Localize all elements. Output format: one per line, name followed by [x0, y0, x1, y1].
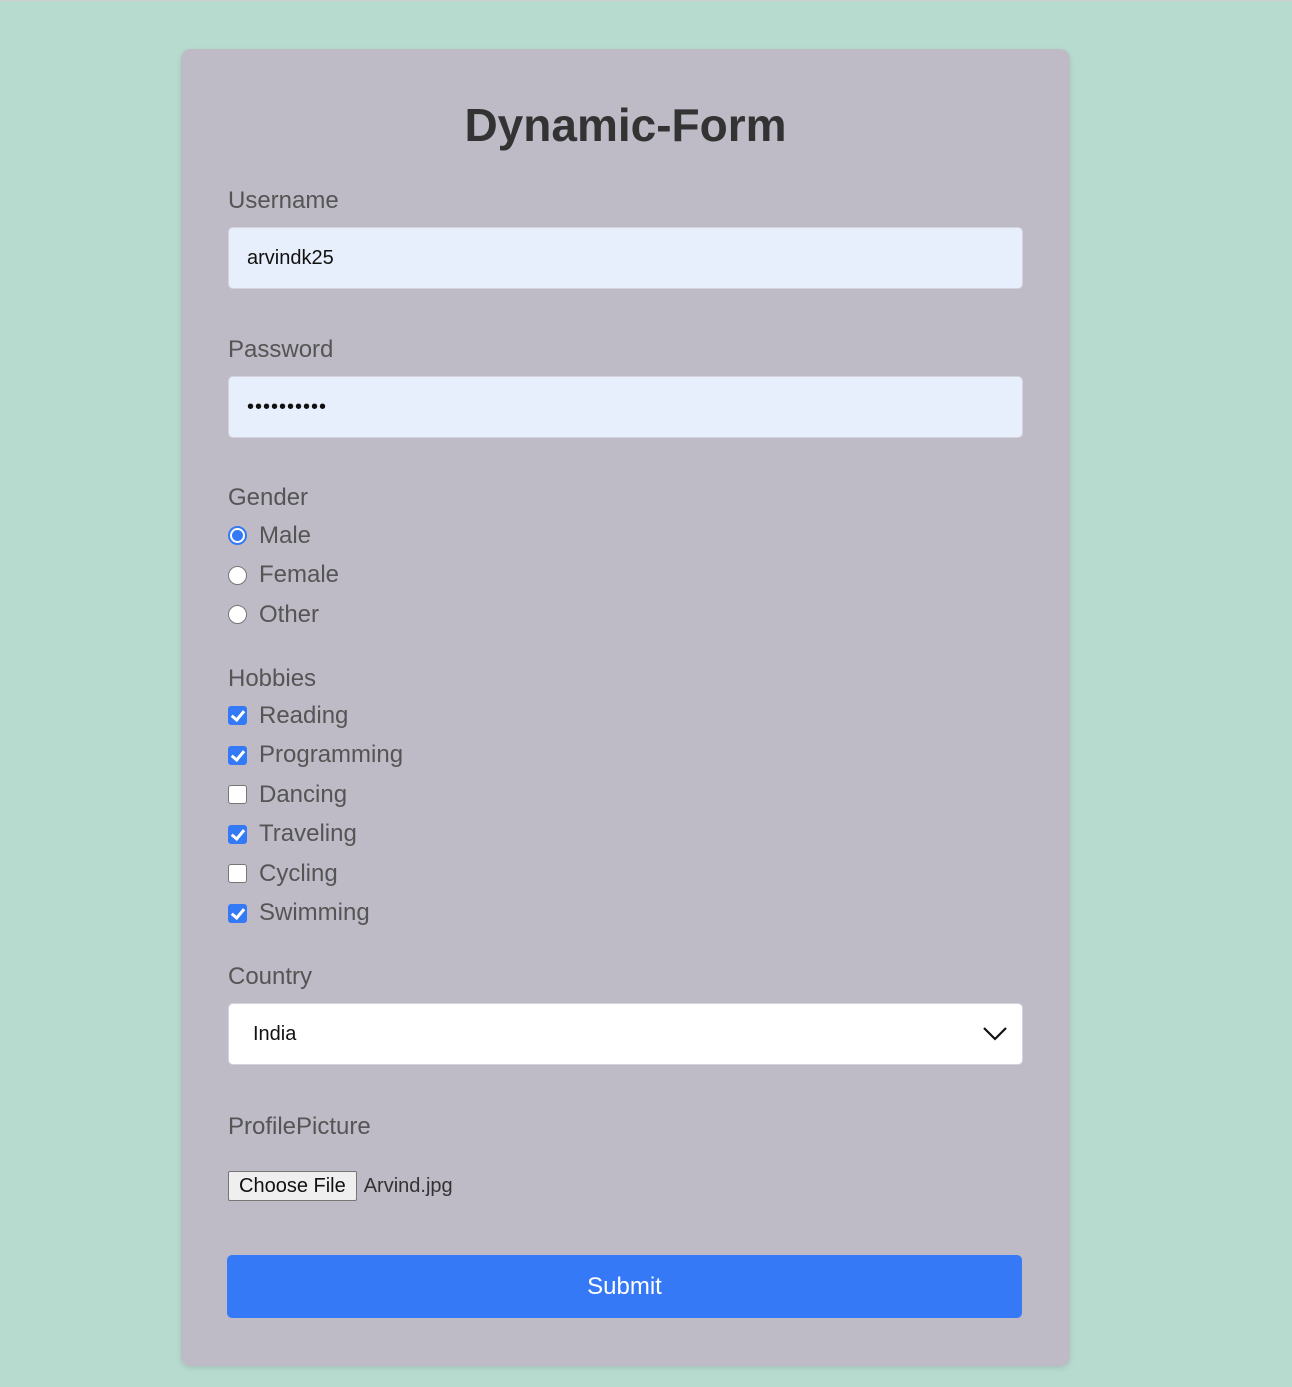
- password-group: Password: [228, 336, 1023, 438]
- checkbox-traveling[interactable]: [228, 824, 247, 844]
- hobby-option-label: Swimming: [259, 899, 370, 927]
- gender-option-other[interactable]: Other: [228, 595, 339, 635]
- username-group: Username: [228, 187, 1023, 289]
- hobby-option-label: Cycling: [259, 859, 338, 887]
- password-input[interactable]: [228, 376, 1023, 438]
- checkbox-reading[interactable]: [228, 706, 247, 726]
- country-label: Country: [228, 963, 313, 990]
- hobbies-label: Hobbies: [228, 665, 317, 692]
- gender-option-female[interactable]: Female: [228, 556, 339, 596]
- checkbox-dancing[interactable]: [228, 785, 247, 805]
- country-select[interactable]: India: [228, 1003, 1023, 1065]
- hobby-option-cycling[interactable]: Cycling: [228, 854, 403, 894]
- hobby-option-swimming[interactable]: Swimming: [228, 894, 403, 934]
- hobby-option-dancing[interactable]: Dancing: [228, 775, 403, 815]
- gender-option-label: Female: [259, 561, 340, 589]
- submit-button[interactable]: Submit: [227, 1255, 1022, 1318]
- gender-option-label: Male: [259, 521, 312, 549]
- radio-female[interactable]: [228, 565, 247, 585]
- hobby-option-label: Reading: [259, 701, 349, 729]
- country-selected-value: India: [253, 1022, 297, 1045]
- hobby-option-label: Dancing: [259, 780, 348, 808]
- hobby-option-programming[interactable]: Programming: [228, 736, 403, 776]
- gender-option-male[interactable]: Male: [228, 516, 339, 556]
- password-label: Password: [228, 336, 334, 363]
- hobbies-group: Hobbies Reading Programming Dancing Trav…: [228, 665, 403, 933]
- hobby-option-reading[interactable]: Reading: [228, 696, 403, 736]
- username-label: Username: [228, 187, 339, 214]
- chevron-down-icon: [983, 1027, 1007, 1041]
- hobby-option-traveling[interactable]: Traveling: [228, 815, 403, 855]
- gender-group: Gender Male Female Other: [228, 484, 339, 635]
- country-group: Country India: [228, 963, 1023, 1065]
- gender-label: Gender: [228, 484, 309, 511]
- username-input[interactable]: [228, 227, 1023, 289]
- profile-picture-label: ProfilePicture: [228, 1113, 371, 1140]
- checkbox-swimming[interactable]: [228, 903, 247, 923]
- file-input: Choose File Arvind.jpg: [228, 1171, 453, 1201]
- radio-male[interactable]: [228, 526, 247, 546]
- hobby-option-label: Programming: [259, 741, 404, 769]
- choose-file-button[interactable]: Choose File: [228, 1171, 357, 1201]
- page-title: Dynamic-Form: [464, 99, 787, 151]
- gender-option-label: Other: [259, 600, 320, 628]
- selected-file-name: Arvind.jpg: [363, 1174, 453, 1197]
- radio-other[interactable]: [228, 605, 247, 625]
- checkbox-programming[interactable]: [228, 745, 247, 765]
- hobby-option-label: Traveling: [259, 820, 357, 848]
- profile-picture-group: ProfilePicture Choose File Arvind.jpg: [228, 1113, 453, 1201]
- form-card: Dynamic-Form Username Password Gender Ma…: [181, 49, 1070, 1366]
- checkbox-cycling[interactable]: [228, 864, 247, 884]
